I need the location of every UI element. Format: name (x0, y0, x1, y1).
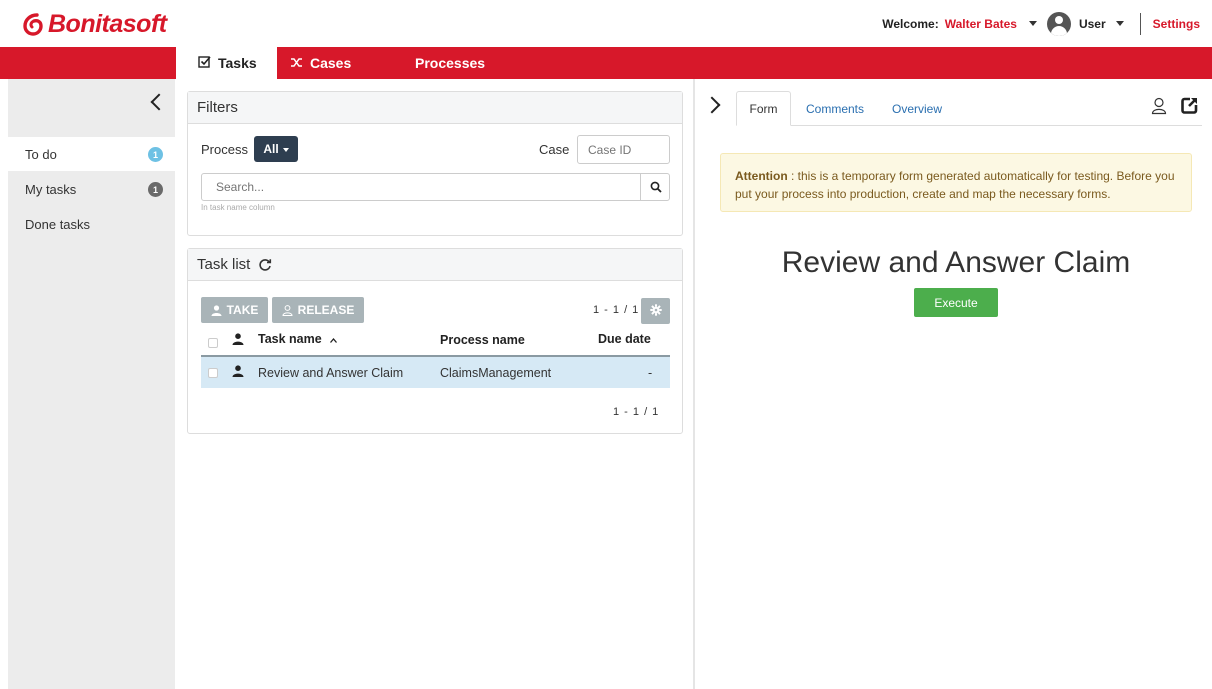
take-button[interactable]: TAKE (201, 297, 268, 323)
table-row[interactable]: Review and Answer Claim ClaimsManagement… (201, 357, 670, 388)
sidebar-item-label: To do (25, 146, 57, 162)
tab-processes[interactable]: Processes (415, 47, 485, 79)
task-list-header: Task list (188, 249, 682, 281)
column-header-due-date[interactable]: Due date (598, 332, 651, 346)
process-label: Process (201, 142, 248, 157)
attention-text: : this is a temporary form generated aut… (735, 169, 1175, 201)
user-avatar-icon (1046, 11, 1071, 36)
user-menu-area: Welcome: Walter Bates User Settings (882, 0, 1200, 47)
column-header-task-name[interactable]: Task name (258, 332, 338, 346)
assignee-icon (232, 333, 244, 345)
user-name-link[interactable]: Walter Bates (945, 17, 1017, 31)
row-checkbox[interactable] (208, 368, 218, 378)
tab-form[interactable]: Form (736, 91, 791, 126)
bonita-logo-icon (22, 12, 44, 36)
tab-comments[interactable]: Comments (806, 91, 864, 126)
open-external-icon[interactable] (1180, 96, 1199, 115)
sidebar-item-my-tasks[interactable]: My tasks 1 (8, 172, 175, 206)
filters-title: Filters (188, 92, 682, 124)
tab-processes-label: Processes (415, 55, 486, 71)
tab-tasks-label: Tasks (218, 55, 257, 71)
brand-name: Bonitasoft (48, 9, 167, 38)
search-input[interactable] (201, 173, 641, 201)
filters-panel: Filters Process All Case In task name co… (187, 91, 683, 236)
chevron-down-icon (282, 147, 289, 152)
header-separator (1139, 12, 1141, 35)
check-square-icon (198, 55, 211, 71)
refresh-icon[interactable] (258, 258, 272, 272)
settings-link[interactable]: Settings (1153, 17, 1200, 31)
form-title: Review and Answer Claim (781, 246, 1131, 279)
process-filter-value: All (263, 142, 279, 156)
sidebar-item-done-tasks[interactable]: Done tasks (8, 207, 175, 241)
pane-divider[interactable] (693, 79, 695, 689)
column-header-process-name[interactable]: Process name (440, 333, 525, 347)
welcome-label: Welcome: (882, 16, 939, 31)
tab-cases-label: Cases (310, 55, 352, 71)
count-badge: 1 (148, 147, 163, 162)
execute-button[interactable]: Execute (914, 288, 998, 317)
sidebar-item-to-do[interactable]: To do 1 (8, 137, 175, 171)
task-list-title: Task list (197, 256, 251, 273)
case-id-input[interactable] (577, 135, 670, 164)
expand-pane-chevron-icon[interactable] (706, 96, 720, 114)
tab-cases[interactable]: Cases (290, 47, 351, 79)
case-label: Case (539, 142, 570, 157)
select-all-checkbox[interactable] (208, 338, 218, 348)
process-name-cell: ClaimsManagement (440, 366, 552, 380)
column-settings-button[interactable] (641, 298, 670, 324)
temporary-form-warning: Attention : this is a temporary form gen… (720, 153, 1192, 212)
user-icon (211, 304, 222, 316)
count-badge: 1 (148, 182, 163, 197)
profile-dropdown-caret-icon[interactable] (1115, 21, 1124, 26)
sidebar-item-label: Done tasks (25, 216, 91, 232)
profile-selector[interactable]: User (1079, 17, 1106, 31)
shuffle-icon (290, 56, 303, 71)
gear-icon (649, 303, 662, 319)
task-filter-sidebar: To do 1 My tasks 1 Done tasks (8, 79, 175, 689)
sort-ascending-icon (330, 338, 338, 343)
release-button[interactable]: RELEASE (272, 297, 364, 323)
sidebar-item-label: My tasks (25, 181, 77, 197)
search-icon (650, 181, 662, 193)
tab-tasks[interactable]: Tasks (176, 47, 277, 79)
tab-overview[interactable]: Overview (892, 91, 942, 126)
collapse-sidebar-chevron-icon[interactable] (151, 93, 163, 111)
task-name-cell[interactable]: Review and Answer Claim (258, 366, 403, 380)
bonitasoft-logo[interactable]: Bonitasoft (22, 8, 167, 40)
assigned-user-icon (232, 365, 244, 377)
process-filter-dropdown[interactable]: All (254, 136, 298, 162)
release-label: RELEASE (297, 303, 355, 317)
top-header: Bonitasoft Welcome: Walter Bates User Se… (0, 0, 1212, 47)
pager-bottom: 1 - 1 / 1 (613, 406, 660, 418)
task-list-panel: Task list TAKE RELEASE 1 - 1 / 1 Task na… (187, 248, 683, 434)
user-dropdown-caret-icon[interactable] (1028, 21, 1037, 26)
main-nav: Tasks Cases Processes (0, 47, 1212, 79)
search-hint: In task name column (201, 203, 275, 212)
attention-label: Attention (735, 169, 788, 183)
search-button[interactable] (640, 173, 670, 201)
assign-user-icon[interactable] (1151, 97, 1169, 115)
take-label: TAKE (226, 303, 259, 317)
due-date-cell: - (648, 366, 653, 380)
user-outline-icon (282, 304, 293, 316)
pager-top: 1 - 1 / 1 (593, 304, 640, 316)
